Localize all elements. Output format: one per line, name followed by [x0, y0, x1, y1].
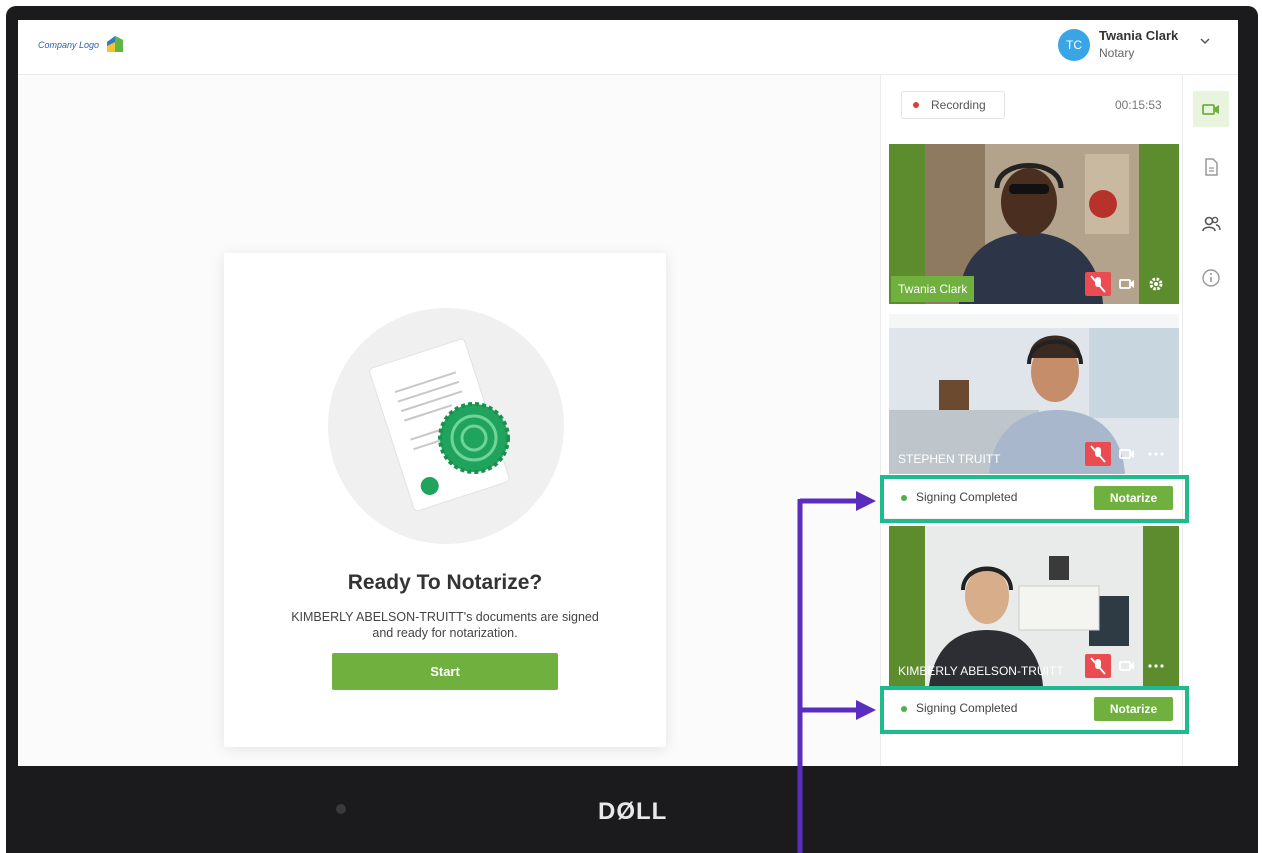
annotation-arrows — [797, 491, 876, 853]
webcam-dot — [336, 804, 346, 814]
dell-logo: DØLL — [598, 798, 668, 825]
